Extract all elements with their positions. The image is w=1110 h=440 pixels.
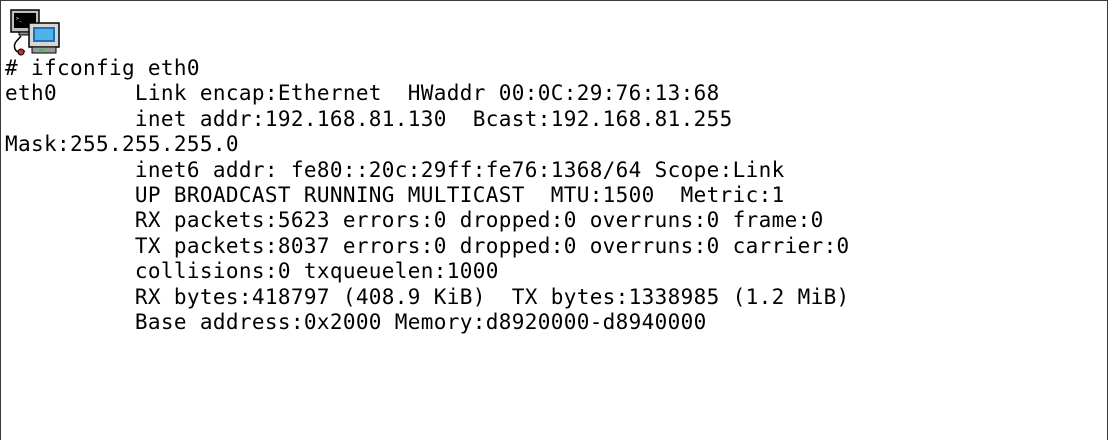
output-line-base-address: Base address:0x2000 Memory:d8920000-d894… <box>5 309 707 334</box>
terminal-frame: >_ # ifconfig eth0 eth0 Link encap:Ethern… <box>0 0 1108 440</box>
output-line-tx-packets: TX packets:8037 errors:0 dropped:0 overr… <box>5 233 850 258</box>
output-line-bytes: RX bytes:418797 (408.9 KiB) TX bytes:133… <box>5 284 850 309</box>
output-line-flags: UP BROADCAST RUNNING MULTICAST MTU:1500 … <box>5 182 785 207</box>
terminal-output: # ifconfig eth0 eth0 Link encap:Ethernet … <box>5 56 850 335</box>
output-line-mask: Mask:255.255.255.0 <box>5 132 239 157</box>
output-line-rx-packets: RX packets:5623 errors:0 dropped:0 overr… <box>5 208 824 233</box>
output-line-inet: inet addr:192.168.81.130 Bcast:192.168.8… <box>5 106 733 131</box>
output-line-collisions: collisions:0 txqueuelen:1000 <box>5 259 499 284</box>
command-prompt-line: # ifconfig eth0 <box>5 56 200 80</box>
output-line-inet6: inet6 addr: fe80::20c:29ff:fe76:1368/64 … <box>5 157 785 182</box>
terminal-computer-icon: >_ <box>10 9 60 56</box>
output-line-link: eth0 Link encap:Ethernet HWaddr 00:0C:29… <box>5 81 720 106</box>
svg-text:>_: >_ <box>16 16 23 22</box>
